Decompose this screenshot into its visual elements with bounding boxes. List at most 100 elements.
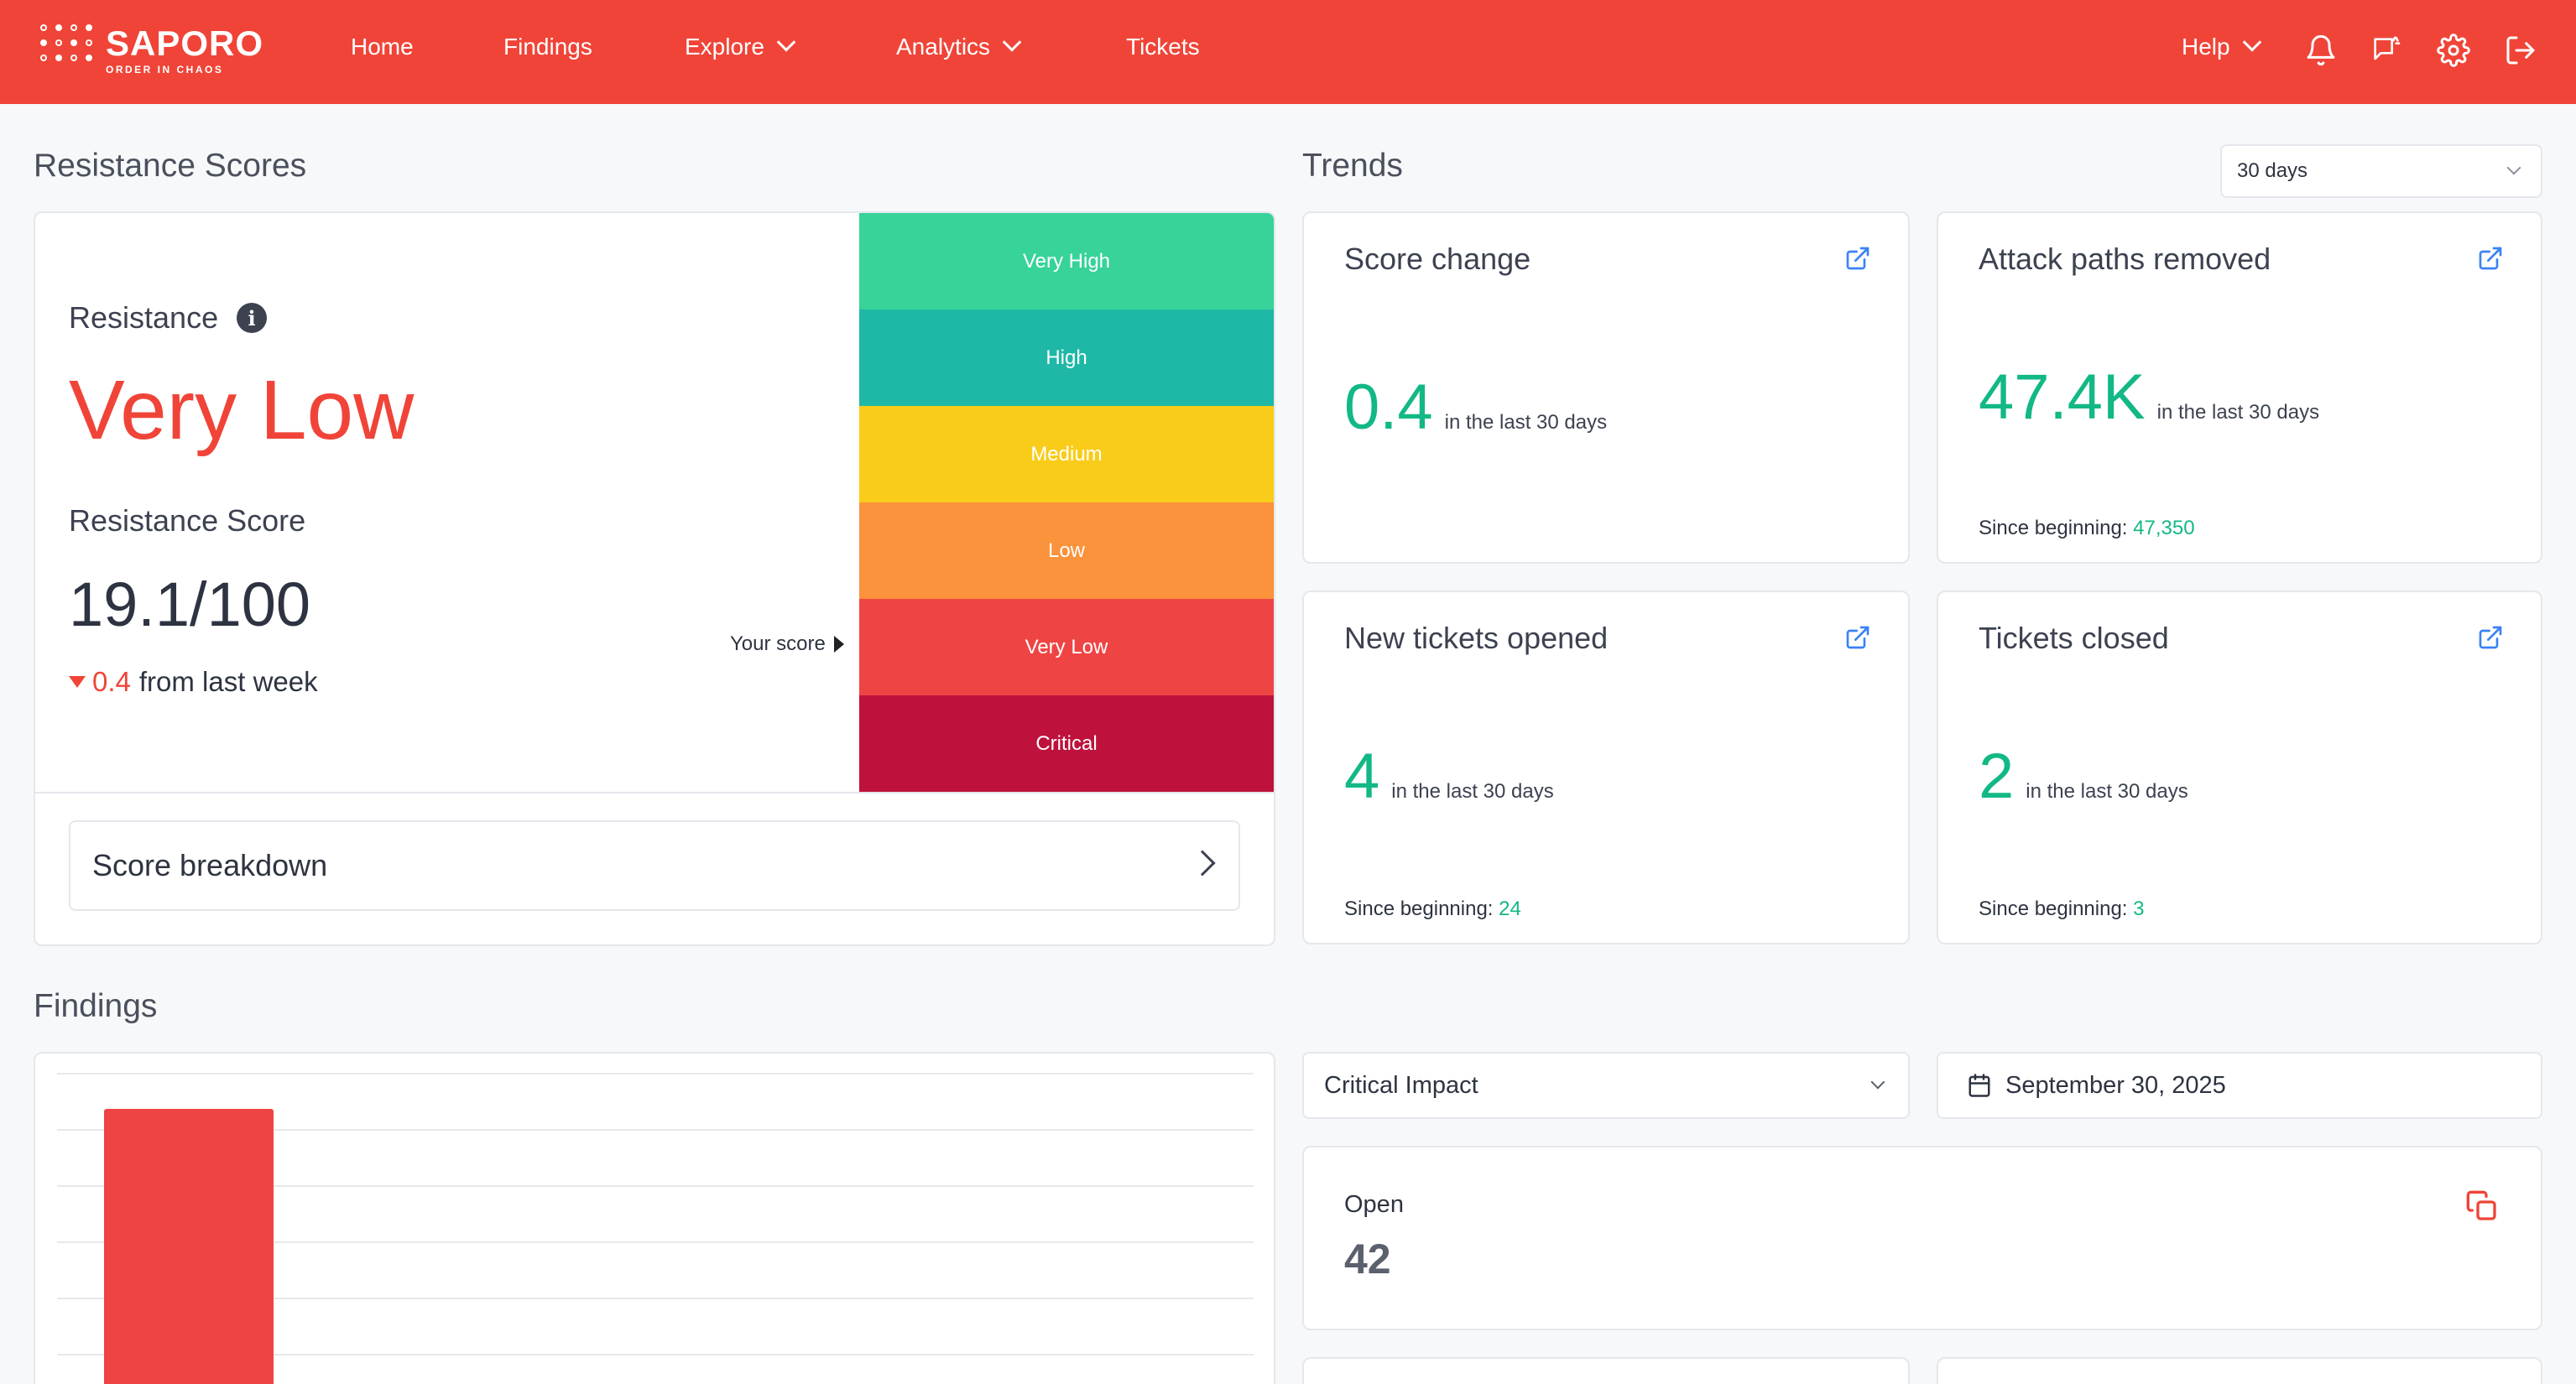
saporo-logo[interactable]: SAPORO ORDER IN CHAOS (40, 23, 263, 77)
trend-card-value-row: 47.4K in the last 30 days (1979, 361, 2319, 434)
nav-explore-label: Explore (685, 34, 764, 60)
period-select-value: 30 days (2237, 159, 2308, 182)
date-value: September 30, 2025 (2005, 1071, 2226, 1099)
nav-tickets-label: Tickets (1126, 34, 1200, 60)
nav-help[interactable]: Help (2182, 33, 2261, 60)
level-high: High (859, 310, 1274, 406)
external-link-icon[interactable] (2477, 245, 2504, 272)
chevron-down-icon (1002, 33, 1022, 52)
open-label: Open (1344, 1191, 1404, 1218)
trend-card-title: Score change (1344, 242, 1531, 276)
trend-card-tickets-closed: Tickets closed 2 in the last 30 days Sin… (1937, 591, 2542, 944)
score-breakdown-button[interactable]: Score breakdown (69, 820, 1240, 911)
resistance-label: Resistance (69, 300, 219, 335)
date-picker[interactable]: September 30, 2025 (1937, 1052, 2542, 1119)
chevron-down-icon (2506, 160, 2521, 175)
open-findings-card: Open 42 (1302, 1146, 2542, 1330)
chevron-right-icon (1189, 850, 1216, 877)
external-link-icon[interactable] (1844, 245, 1871, 272)
external-link-icon[interactable] (2477, 624, 2504, 651)
nav-analytics[interactable]: Analytics (896, 33, 1022, 60)
trend-card-score-change: Score change 0.4 in the last 30 days (1302, 211, 1910, 564)
trend-card-sub: in the last 30 days (2156, 401, 2320, 424)
delta-value: 0.4 (92, 666, 131, 697)
bell-icon[interactable] (2302, 32, 2339, 69)
trend-card-sub: in the last 30 days (1391, 780, 1554, 803)
level-very-high: Very High (859, 213, 1274, 310)
logout-icon[interactable] (2502, 32, 2539, 69)
trend-card-value: 0.4 (1344, 372, 1433, 443)
findings-bar-chart (57, 1073, 1254, 1384)
trend-card-since: Since beginning: 24 (1344, 898, 1521, 921)
chevron-down-icon (2242, 33, 2261, 52)
findings-section-title: Findings (34, 988, 158, 1024)
caret-down-icon (69, 676, 86, 688)
trend-card-value: 4 (1344, 741, 1380, 812)
top-navbar: SAPORO ORDER IN CHAOS Home Findings Expl… (0, 0, 2576, 104)
trend-card-new-tickets: New tickets opened 4 in the last 30 days… (1302, 591, 1910, 944)
trend-card-title: New tickets opened (1344, 621, 1609, 655)
level-critical: Critical (859, 695, 1274, 792)
resistance-score-label: Resistance Score (69, 503, 306, 538)
nav-tickets[interactable]: Tickets (1126, 34, 1200, 60)
trend-card-title: Tickets closed (1979, 621, 2169, 655)
announcement-icon[interactable] (2368, 32, 2405, 69)
since-label: Since beginning: (1344, 898, 1494, 920)
card-divider (35, 792, 1274, 793)
trends-section-title: Trends (1302, 148, 1403, 184)
since-label: Since beginning: (1979, 898, 2128, 920)
nav-findings[interactable]: Findings (503, 34, 592, 60)
resistance-card: Resistance i Very Low Resistance Score 1… (34, 211, 1275, 946)
findings-bar[interactable] (104, 1109, 274, 1384)
chevron-down-icon (1870, 1074, 1885, 1090)
findings-chart-card (34, 1052, 1275, 1384)
period-select[interactable]: 30 days (2220, 144, 2542, 198)
level-medium: Medium (859, 406, 1274, 502)
delta-text: from last week (138, 666, 318, 697)
since-label: Since beginning: (1979, 517, 2128, 539)
trend-card-value: 47.4K (1979, 362, 2146, 433)
trend-card-since: Since beginning: 3 (1979, 898, 2145, 921)
pointer-right-icon (833, 636, 844, 653)
trend-card-sub: in the last 30 days (1444, 411, 1608, 434)
score-breakdown-label: Score breakdown (92, 848, 328, 882)
nav-findings-label: Findings (503, 34, 592, 60)
resistance-score-value: 19.1/100 (69, 570, 311, 639)
trend-card-value-row: 0.4 in the last 30 days (1344, 371, 1607, 444)
chevron-down-icon (776, 33, 796, 52)
gear-icon[interactable] (2435, 32, 2472, 69)
calendar-icon (1969, 1074, 1990, 1097)
resistance-label-row: Resistance i (69, 300, 268, 336)
nav-home-label: Home (351, 34, 414, 60)
trend-card-title: Attack paths removed (1979, 242, 2271, 276)
logo-tagline: ORDER IN CHAOS (106, 64, 224, 75)
resistance-section-title: Resistance Scores (34, 148, 307, 184)
open-value: 42 (1344, 1236, 1391, 1283)
trend-card-sub: in the last 30 days (2026, 780, 2188, 803)
trend-card-value-row: 4 in the last 30 days (1344, 740, 1554, 813)
resistance-level: Very Low (69, 363, 415, 457)
since-value: 47,350 (2133, 517, 2195, 539)
resistance-level-scale: Very High High Medium Low Very Low Criti… (859, 213, 1274, 792)
logo-dots-icon (40, 24, 92, 76)
logo-name: SAPORO (106, 23, 264, 63)
copy-icon[interactable] (2465, 1189, 2499, 1223)
impact-select-value: Critical Impact (1324, 1071, 1478, 1099)
info-icon[interactable]: i (237, 303, 268, 333)
external-link-icon[interactable] (1844, 624, 1871, 651)
nav-analytics-label: Analytics (896, 34, 991, 60)
trend-card-since: Since beginning: 47,350 (1979, 517, 2195, 540)
since-value: 24 (1499, 898, 1521, 920)
level-very-low: Very Low (859, 599, 1274, 695)
findings-card-partial-left (1302, 1357, 1910, 1384)
resistance-delta: 0.4 from last week (69, 666, 318, 698)
nav-home[interactable]: Home (351, 34, 414, 60)
level-low: Low (859, 502, 1274, 599)
since-value: 3 (2133, 898, 2145, 920)
trend-card-value: 2 (1979, 741, 2015, 812)
your-score-marker: Your score (730, 632, 844, 656)
nav-explore[interactable]: Explore (685, 33, 796, 60)
impact-select[interactable]: Critical Impact (1302, 1052, 1910, 1119)
nav-help-label: Help (2182, 34, 2230, 60)
trend-card-value-row: 2 in the last 30 days (1979, 740, 2188, 813)
